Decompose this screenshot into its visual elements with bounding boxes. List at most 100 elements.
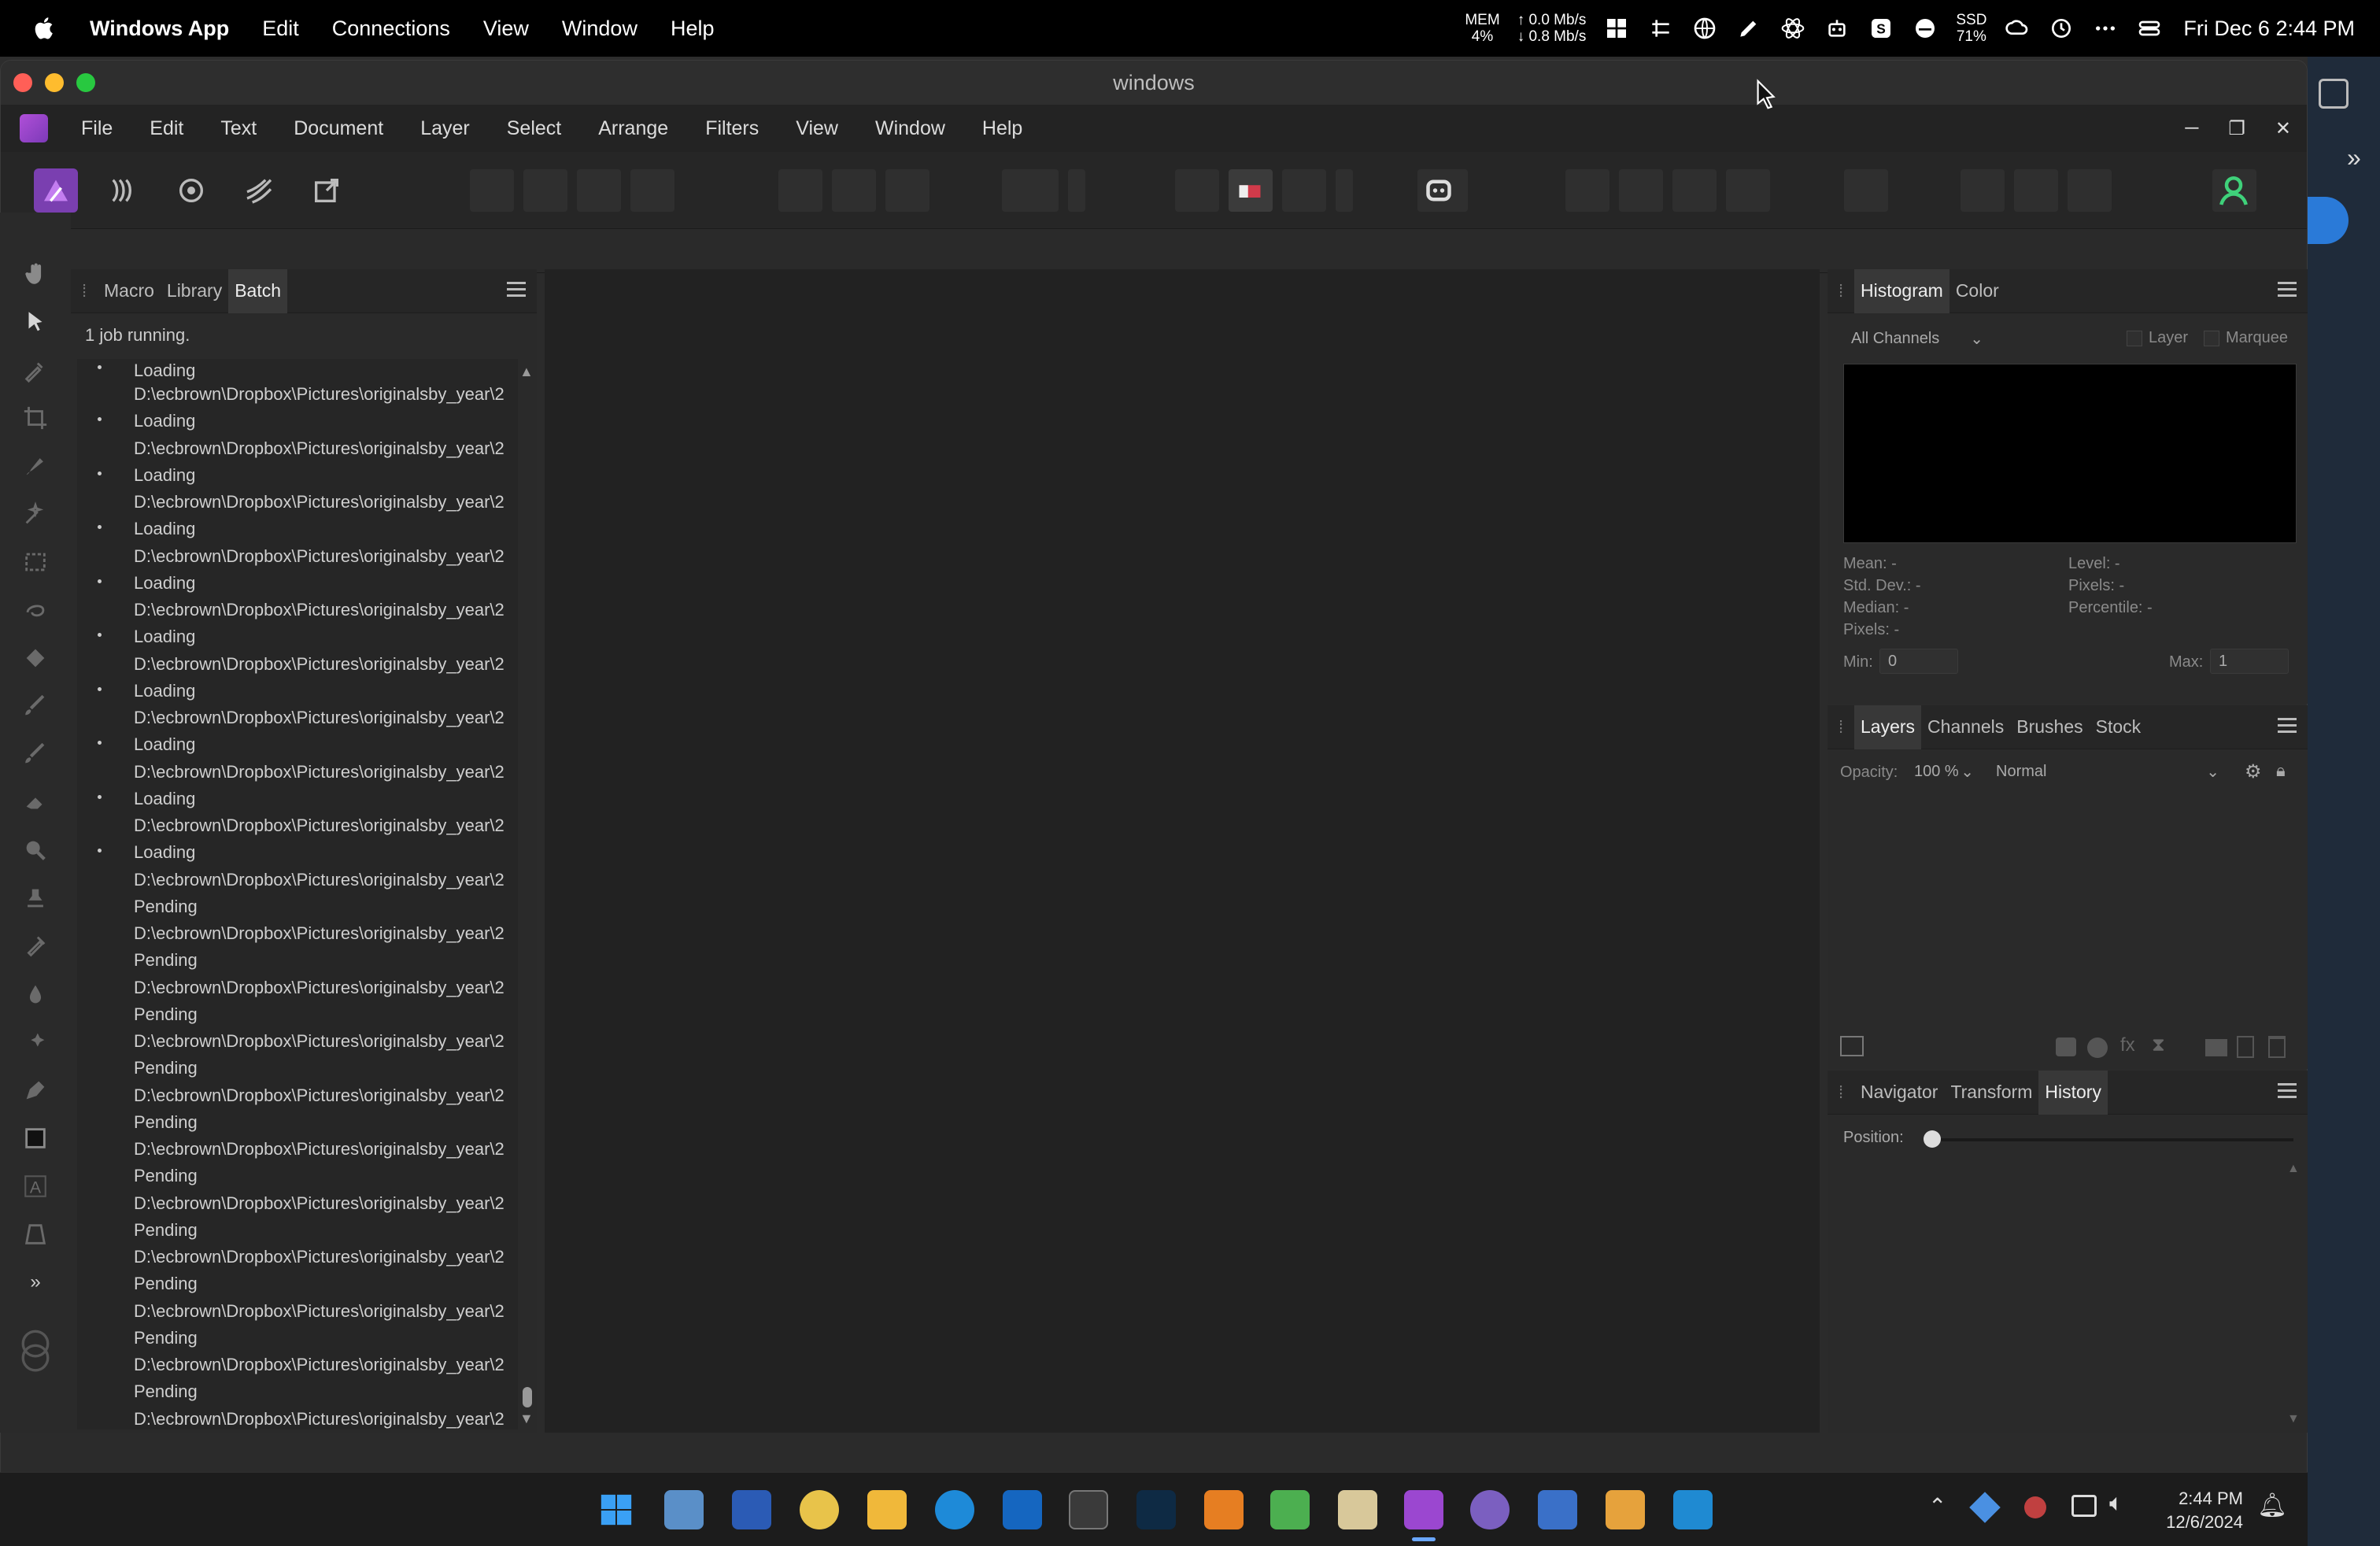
healing-tool-icon[interactable] (20, 930, 51, 962)
tray-network-icon[interactable] (2071, 1495, 2097, 1517)
tab-stock[interactable]: Stock (2090, 705, 2148, 749)
toolbar-button[interactable] (523, 169, 567, 212)
tray-dropbox-icon[interactable] (1969, 1492, 2001, 1523)
history-scrollbar[interactable]: ▲ ▼ (2287, 1162, 2304, 1433)
min-input[interactable]: 0 (1879, 649, 1958, 674)
tab-brushes[interactable]: Brushes (2010, 705, 2089, 749)
trash-icon[interactable] (2268, 1036, 2286, 1058)
scroll-down-arrow-icon[interactable]: ▼ (519, 1411, 534, 1427)
list-item[interactable]: D:\ecbrown\Dropbox\Pictures\originalsby_… (77, 1139, 518, 1193)
list-item[interactable]: D:\ecbrown\Dropbox\Pictures\originalsby_… (77, 654, 518, 708)
panel-menu-icon[interactable] (2278, 718, 2297, 734)
atom-icon[interactable] (1779, 15, 1806, 42)
robot-icon[interactable] (1824, 15, 1850, 42)
notification-bell-icon[interactable]: 🔔︎ (2257, 1492, 2287, 1519)
fx-icon[interactable]: fx (2120, 1034, 2135, 1056)
toolbar-button[interactable] (630, 169, 674, 212)
toolbar-button[interactable] (1844, 169, 1888, 212)
scroll-down-arrow-icon[interactable]: ▼ (2287, 1412, 2300, 1426)
job-list-scrollbar[interactable]: ▲ ▼ (518, 359, 537, 1429)
layers-list[interactable] (1828, 793, 2308, 1022)
list-item[interactable]: D:\ecbrown\Dropbox\Pictures\originalsby_… (77, 923, 518, 978)
taskbar-notepad[interactable] (1270, 1490, 1310, 1529)
position-slider-track[interactable] (1930, 1138, 2293, 1141)
flood-select-tool-icon[interactable] (20, 498, 51, 530)
tray-chevron-up-icon[interactable]: ⌃ (1928, 1493, 1946, 1519)
restore-icon[interactable]: ❐ (2228, 117, 2245, 140)
menu-help[interactable]: Help (982, 117, 1022, 140)
group-folder-icon[interactable] (2205, 1039, 2227, 1056)
taskbar-bulb-app[interactable] (800, 1490, 839, 1529)
taskbar-vm-app[interactable] (1606, 1490, 1645, 1529)
toolbar-button[interactable] (1672, 169, 1717, 212)
list-item[interactable]: D:\ecbrown\Dropbox\Pictures\originalsby_… (77, 816, 518, 870)
mesh-warp-tool-icon[interactable] (20, 1026, 51, 1058)
document-canvas[interactable] (545, 269, 1820, 1433)
chevron-down-icon[interactable] (1336, 169, 1353, 212)
cloud-icon[interactable] (1912, 15, 1938, 42)
lock-icon[interactable]: 🔒︎ (2276, 760, 2286, 781)
s-app-icon[interactable]: S (1868, 15, 1894, 42)
menu-arrange[interactable]: Arrange (598, 117, 668, 140)
color-picker-tool-icon[interactable] (20, 354, 51, 386)
taskbar-floppy-app[interactable] (732, 1490, 771, 1529)
taskbar-edge[interactable] (935, 1490, 974, 1529)
toolbar-button[interactable] (2014, 169, 2058, 212)
list-item[interactable]: D:\ecbrown\Dropbox\Pictures\originalsby_… (77, 708, 518, 762)
apple-icon[interactable] (31, 15, 58, 42)
panel-menu-icon[interactable] (507, 282, 526, 298)
scroll-thumb[interactable] (523, 1387, 532, 1407)
menu-view[interactable]: View (796, 117, 838, 140)
panel-grip-icon[interactable]: ⁞ (1839, 717, 1854, 738)
crop-tool-icon[interactable] (20, 402, 51, 434)
menu-file[interactable]: File (81, 117, 113, 140)
list-item[interactable]: D:\ecbrown\Dropbox\Pictures\originalsby_… (77, 1301, 518, 1356)
menu-select[interactable]: Select (507, 117, 561, 140)
mac-app-name[interactable]: Windows App (90, 17, 229, 41)
text-tool-icon[interactable]: A (20, 1171, 51, 1202)
menu-layer[interactable]: Layer (420, 117, 470, 140)
mac-menu-connections[interactable]: Connections (332, 17, 450, 41)
blend-mode-select[interactable]: Normal ⌄ (1988, 759, 2224, 784)
layers-link-icon[interactable] (1840, 1036, 1864, 1056)
scroll-up-arrow-icon[interactable]: ▲ (519, 364, 534, 380)
list-item[interactable]: D:\ecbrown\Dropbox\Pictures\originalsby_… (77, 384, 518, 438)
taskbar-snipping-tool[interactable] (1069, 1490, 1108, 1529)
panel-grip-icon[interactable]: ⁞ (82, 281, 98, 301)
tone-mapping-persona-button[interactable] (237, 168, 281, 213)
list-item[interactable]: D:\ecbrown\Dropbox\Pictures\originalsby_… (77, 438, 518, 493)
opacity-input[interactable]: 100 % ⌄ (1906, 759, 1979, 784)
toolbar-button[interactable] (1565, 169, 1609, 212)
tab-navigator[interactable]: Navigator (1854, 1071, 1944, 1115)
toolbar-button[interactable] (1619, 169, 1663, 212)
list-item[interactable]: D:\ecbrown\Dropbox\Pictures\originalsby_… (77, 492, 518, 546)
taskbar-emacs[interactable] (1470, 1490, 1510, 1529)
layer-checkbox[interactable] (2127, 331, 2142, 346)
sidebar-expand-icon[interactable]: » (2347, 143, 2361, 172)
max-input[interactable]: 1 (2210, 649, 2289, 674)
menu-document[interactable]: Document (294, 117, 383, 140)
gear-icon[interactable]: ⚙ (2245, 760, 2262, 783)
mac-menu-window[interactable]: Window (562, 17, 638, 41)
ssd-stat[interactable]: SSD 71% (1956, 12, 1986, 45)
tab-history[interactable]: History (2038, 1070, 2108, 1115)
panel-menu-icon[interactable] (2278, 282, 2297, 298)
live-filter-icon[interactable]: ⧗ (2152, 1034, 2165, 1056)
view-tool-icon[interactable] (20, 258, 51, 290)
more-tools-icon[interactable]: » (20, 1267, 51, 1298)
batch-job-list[interactable]: Loading D:\ecbrown\Dropbox\Pictures\orig… (77, 359, 518, 1429)
minimize-icon[interactable]: ─ (2185, 117, 2198, 139)
taskbar-clock[interactable]: 2:44 PM 12/6/2024 (2166, 1487, 2243, 1534)
creative-cloud-icon[interactable] (2004, 15, 2031, 42)
list-item[interactable]: D:\ecbrown\Dropbox\Pictures\originalsby_… (77, 762, 518, 816)
vpn-icon[interactable] (1647, 15, 1674, 42)
taskbar-vscode[interactable] (1673, 1490, 1713, 1529)
dodge-brush-tool-icon[interactable] (20, 738, 51, 770)
liquify-persona-button[interactable] (102, 168, 146, 213)
pen-tool-icon[interactable] (20, 1074, 51, 1106)
tray-volume-icon[interactable]: 🔈︎ (2109, 1490, 2123, 1517)
list-item[interactable]: D:\ecbrown\Dropbox\Pictures\originalsby_… (77, 870, 518, 924)
tab-color[interactable]: Color (1949, 269, 2005, 313)
mac-menu-view[interactable]: View (483, 17, 529, 41)
rectangle-tool-icon[interactable] (20, 1123, 51, 1154)
